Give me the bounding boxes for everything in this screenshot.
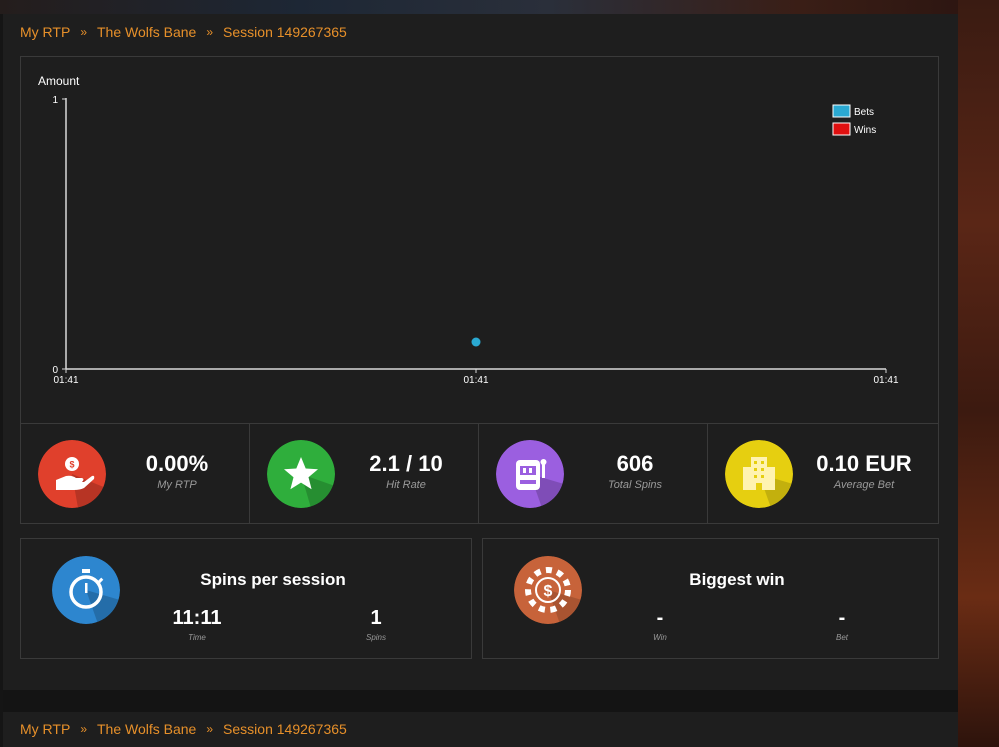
legend-swatch [832, 104, 851, 118]
data-point [471, 337, 481, 347]
breadcrumb-game[interactable]: The Wolfs Bane [97, 24, 196, 40]
x-tick-label: 01:41 [463, 375, 488, 386]
stat-my-rtp: $ 0.00% My RTP [21, 424, 250, 523]
breadcrumb-game[interactable]: The Wolfs Bane [97, 721, 196, 737]
svg-text:$: $ [69, 460, 74, 470]
breadcrumb-my-rtp[interactable]: My RTP [20, 24, 70, 40]
session-spins-value: 1 [370, 607, 382, 629]
card-title: Spins per session [200, 570, 346, 589]
casino-chip-icon: $ [514, 556, 582, 624]
legend-swatch [832, 122, 851, 136]
stopwatch-icon [52, 556, 120, 624]
breadcrumb-separator: » [206, 722, 214, 736]
x-tick-label: 01:41 [873, 375, 898, 386]
biggest-win-value: - [656, 607, 664, 629]
stat-label: Total Spins [607, 479, 663, 491]
amount-chart: Amount 0 1 01:41 01:41 01:41 Bets Wins [20, 56, 939, 424]
breadcrumb-my-rtp[interactable]: My RTP [20, 721, 70, 737]
card-title: Biggest win [689, 570, 785, 589]
biggest-win-card: $ Biggest win - Win - Bet [482, 538, 939, 659]
biggest-win-label: Win [653, 633, 667, 642]
stat-value: 0.00% [145, 451, 209, 476]
session-spins-label: Spins [365, 633, 386, 642]
background-art-top [0, 0, 999, 14]
biggest-bet-label: Bet [835, 633, 848, 642]
breadcrumb-separator: » [80, 25, 87, 39]
session-time-value: 11:11 [172, 607, 222, 629]
stat-value: 0.10 EUR [816, 451, 912, 476]
breadcrumb-session[interactable]: Session 149267365 [223, 24, 347, 40]
stat-label: Average Bet [833, 479, 895, 491]
y-tick-label: 1 [52, 95, 58, 106]
footer-breadcrumb: My RTP » The Wolfs Bane » Session 149267… [20, 721, 347, 737]
breadcrumb-separator: » [206, 25, 214, 39]
section-divider [3, 690, 958, 712]
spins-per-session-card: Spins per session 11:11 Time 1 Spins [20, 538, 472, 659]
legend-label: Wins [854, 125, 876, 136]
star-icon [267, 440, 335, 508]
stat-label: My RTP [157, 479, 197, 491]
stat-label: Hit Rate [386, 479, 426, 491]
stats-row: $ 0.00% My RTP 2.1 / 10 Hit Rate 606 Tot… [20, 423, 939, 524]
y-axis-label: Amount [38, 74, 80, 88]
breadcrumb-separator: » [80, 722, 87, 736]
svg-text:$: $ [544, 583, 553, 600]
background-art-right [958, 0, 999, 747]
legend-label: Bets [854, 107, 874, 118]
x-tick-label: 01:41 [53, 375, 78, 386]
biggest-bet-value: - [838, 607, 846, 629]
stat-value: 606 [616, 451, 654, 476]
stat-value: 2.1 / 10 [369, 451, 443, 476]
session-time-label: Time [188, 633, 206, 642]
chart-canvas: Amount0101:41 01:41 01:41BetsWins [38, 74, 899, 386]
breadcrumb-session[interactable]: Session 149267365 [223, 721, 347, 737]
stat-hit-rate: 2.1 / 10 Hit Rate [250, 424, 479, 523]
stat-total-spins: 606 Total Spins [479, 424, 708, 523]
breadcrumb: My RTP » The Wolfs Bane » Session 149267… [20, 24, 347, 40]
slot-machine-icon [496, 440, 564, 508]
building-icon [725, 440, 793, 508]
hand-money-icon: $ [38, 440, 106, 508]
stat-average-bet: 0.10 EUR Average Bet [708, 424, 937, 523]
